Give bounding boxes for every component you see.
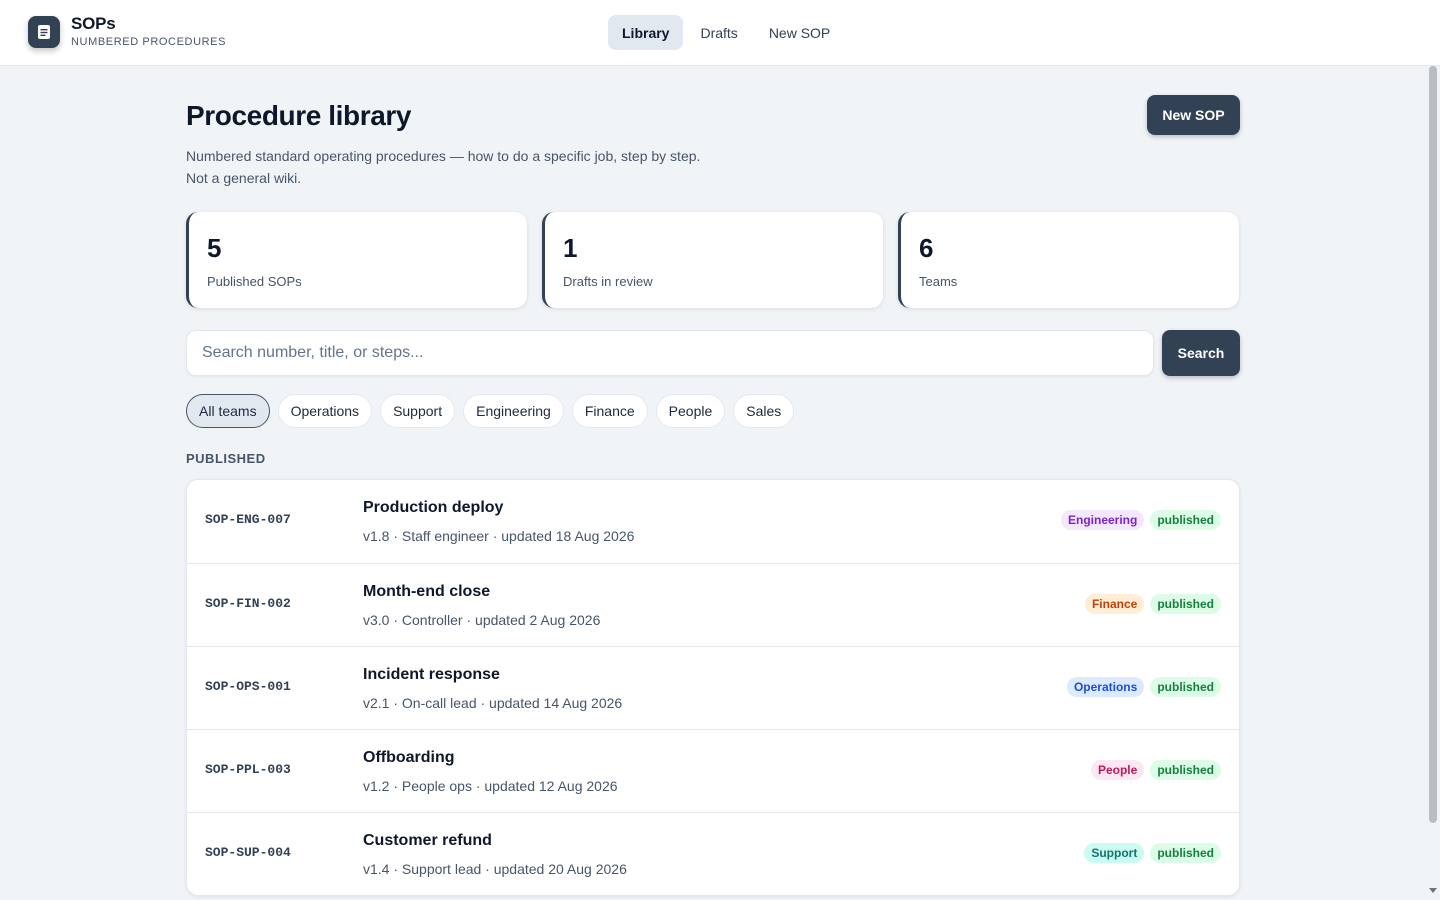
- filter-sales[interactable]: Sales: [733, 394, 795, 428]
- filter-all-teams[interactable]: All teams: [186, 394, 270, 428]
- scroll-down-arrow-icon[interactable]: [1429, 888, 1437, 893]
- sop-tags: Engineering published: [1060, 510, 1221, 530]
- status-badge: published: [1150, 510, 1221, 530]
- stat-value: 5: [207, 233, 222, 263]
- sop-meta: v3.0 · Controller · updated 2 Aug 2026: [363, 612, 601, 628]
- nav-drafts[interactable]: Drafts: [686, 15, 751, 50]
- sop-title: Production deploy: [363, 499, 504, 516]
- status-badge: published: [1150, 843, 1221, 863]
- page-title: Procedure library: [186, 100, 412, 131]
- sop-list: SOP-ENG-007 Production deploy v1.8 · Sta…: [186, 479, 1240, 896]
- team-badge: Support: [1084, 843, 1145, 863]
- search-button[interactable]: Search: [1162, 330, 1240, 376]
- sop-row[interactable]: SOP-PPL-003 Offboarding v1.2 · People op…: [187, 729, 1239, 812]
- scrollbar-thumb[interactable]: [1429, 66, 1437, 823]
- main-nav: Library Drafts New SOP: [608, 15, 844, 50]
- sop-tags: Finance published: [1084, 594, 1221, 614]
- nav-new-sop[interactable]: New SOP: [755, 15, 844, 50]
- sop-meta: v1.2 · People ops · updated 12 Aug 2026: [363, 778, 618, 794]
- nav-library[interactable]: Library: [608, 15, 684, 50]
- filter-people[interactable]: People: [655, 394, 726, 428]
- search-row: Search: [186, 330, 1240, 376]
- filter-support[interactable]: Support: [380, 394, 456, 428]
- brand-text: SOPs NUMBERED PROCEDURES: [71, 14, 227, 49]
- sop-code: SOP-OPS-001: [205, 679, 291, 694]
- filter-engineering[interactable]: Engineering: [463, 394, 564, 428]
- status-badge: published: [1150, 594, 1221, 614]
- sop-row[interactable]: SOP-OPS-001 Incident response v2.1 · On-…: [187, 646, 1239, 729]
- sop-code: SOP-SUP-004: [205, 845, 291, 860]
- stat-label: Teams: [919, 274, 958, 289]
- sop-title: Month-end close: [363, 583, 491, 600]
- status-badge: published: [1150, 760, 1221, 780]
- sop-row[interactable]: SOP-FIN-002 Month-end close v3.0 · Contr…: [187, 563, 1239, 646]
- brand-subtitle: NUMBERED PROCEDURES: [71, 36, 227, 48]
- sop-meta: v1.8 · Staff engineer · updated 18 Aug 2…: [363, 528, 635, 544]
- sop-code: SOP-FIN-002: [205, 596, 291, 611]
- filter-finance[interactable]: Finance: [571, 394, 648, 428]
- new-sop-button[interactable]: New SOP: [1147, 95, 1240, 135]
- sop-row[interactable]: SOP-ENG-007 Production deploy v1.8 · Sta…: [187, 480, 1239, 563]
- filter-operations[interactable]: Operations: [277, 394, 373, 428]
- stat-card-published: 5 Published SOPs: [186, 212, 527, 308]
- stat-card-drafts: 1 Drafts in review: [542, 212, 883, 308]
- sop-title: Offboarding: [363, 749, 455, 766]
- sop-code: SOP-PPL-003: [205, 762, 291, 777]
- sop-tags: People published: [1090, 760, 1221, 780]
- sop-title: Incident response: [363, 666, 500, 683]
- team-badge: Engineering: [1060, 510, 1145, 530]
- stat-card-teams: 6 Teams: [898, 212, 1239, 308]
- section-label-published: PUBLISHED: [186, 451, 266, 466]
- page-scrollbar[interactable]: [1426, 66, 1440, 900]
- sop-code: SOP-ENG-007: [205, 512, 291, 527]
- team-badge: People: [1090, 760, 1145, 780]
- page-description: Numbered standard operating procedures —…: [186, 148, 701, 186]
- sop-meta: v1.4 · Support lead · updated 20 Aug 202…: [363, 861, 627, 877]
- stat-label: Published SOPs: [207, 274, 302, 289]
- top-bar: SOPs NUMBERED PROCEDURES Library Drafts …: [0, 0, 1440, 66]
- status-badge: published: [1150, 677, 1221, 697]
- team-badge: Finance: [1084, 594, 1145, 614]
- stat-label: Drafts in review: [563, 274, 653, 289]
- sop-tags: Operations published: [1066, 677, 1221, 697]
- brand-title: SOPs: [71, 14, 116, 33]
- stat-value: 6: [919, 233, 934, 263]
- sop-tags: Support published: [1084, 843, 1221, 863]
- team-filters: All teams Operations Support Engineering…: [186, 394, 795, 428]
- sop-row[interactable]: SOP-SUP-004 Customer refund v1.4 · Suppo…: [187, 812, 1239, 895]
- search-input[interactable]: [186, 330, 1154, 376]
- brand[interactable]: SOPs NUMBERED PROCEDURES: [28, 15, 226, 48]
- team-badge: Operations: [1066, 677, 1145, 697]
- sop-meta: v2.1 · On-call lead · updated 14 Aug 202…: [363, 695, 623, 711]
- stat-value: 1: [563, 233, 578, 263]
- stats-row: 5 Published SOPs 1 Drafts in review 6 Te…: [186, 212, 1240, 308]
- document-icon: [28, 15, 60, 48]
- sop-title: Customer refund: [363, 832, 492, 849]
